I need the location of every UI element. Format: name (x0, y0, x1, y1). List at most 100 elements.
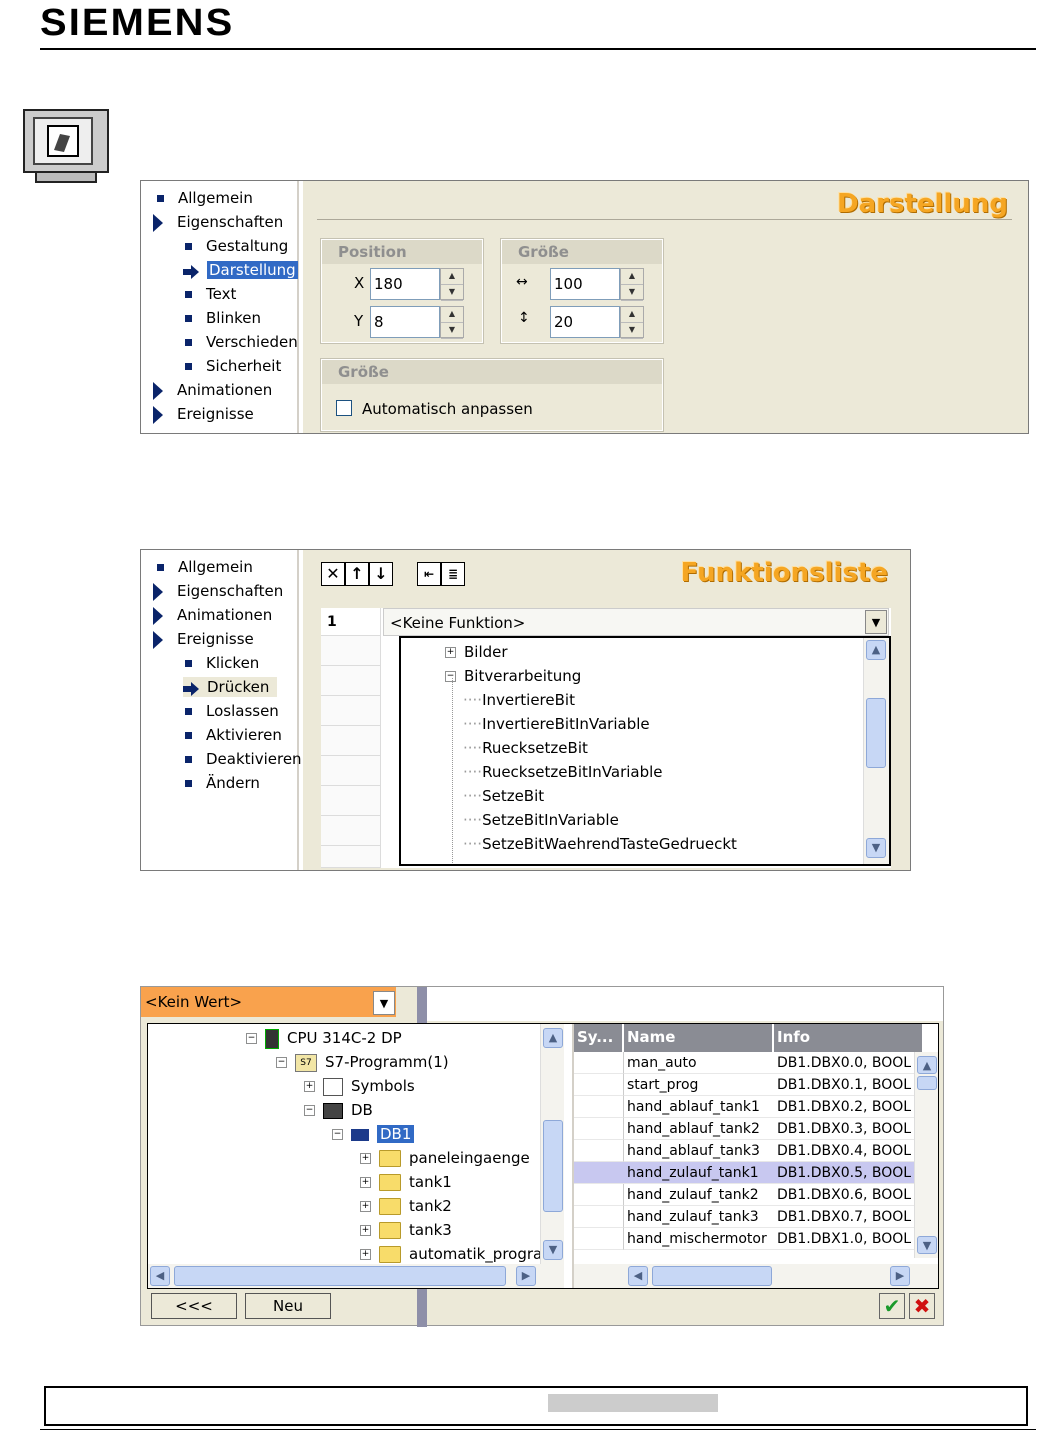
column-header-symbol[interactable]: Sy... (574, 1024, 624, 1052)
back-button[interactable]: <<< (151, 1293, 237, 1319)
tree-item-sicherheit[interactable]: Sicherheit (185, 356, 281, 376)
tree-item-db[interactable]: − DB (304, 1100, 373, 1120)
delete-icon[interactable]: ✕ (321, 562, 345, 586)
scroll-right-icon[interactable]: ▶ (890, 1266, 910, 1286)
tree-item-deaktivieren[interactable]: Deaktivieren (185, 749, 302, 769)
scroll-up-icon[interactable]: ▲ (866, 640, 886, 660)
table-horizontal-scrollbar[interactable]: ◀ ▶ (574, 1264, 938, 1288)
height-spinner[interactable]: ▲ ▼ (620, 306, 644, 339)
indent-icon[interactable]: ⇤ (417, 562, 441, 586)
table-cell[interactable]: DB1.DBX0.1, BOOL (774, 1074, 914, 1096)
tree-item-druecken[interactable]: Drücken (183, 677, 278, 697)
table-cell[interactable]: man_auto (624, 1052, 774, 1074)
tree-item-animationen[interactable]: Animationen (153, 605, 272, 625)
table-cell[interactable]: DB1.DBX0.7, BOOL (774, 1206, 914, 1228)
scroll-thumb[interactable] (652, 1266, 772, 1286)
table-cell[interactable]: start_prog (624, 1074, 774, 1096)
scroll-down-icon[interactable]: ▼ (543, 1240, 563, 1260)
tree-horizontal-scrollbar[interactable]: ◀ ▶ (148, 1264, 564, 1288)
tree-item-folder[interactable]: + tank1 (360, 1172, 452, 1192)
scroll-left-icon[interactable]: ◀ (628, 1266, 648, 1286)
table-vertical-scrollbar[interactable]: ▲ ▼ (914, 1052, 938, 1258)
scroll-thumb[interactable] (174, 1266, 506, 1286)
tree-item-symbols[interactable]: + Symbols (304, 1076, 415, 1096)
tree-item-ereignisse[interactable]: Ereignisse (153, 629, 254, 649)
tree-item-verschieden[interactable]: Verschieden (185, 332, 298, 352)
tree-item-aendern[interactable]: Ändern (185, 773, 260, 793)
tree-item-animationen[interactable]: Animationen (153, 380, 272, 400)
tree-item-folder[interactable]: + automatik_progra (360, 1244, 542, 1264)
table-cell[interactable]: hand_ablauf_tank1 (624, 1096, 774, 1118)
table-cell[interactable]: hand_ablauf_tank2 (624, 1118, 774, 1140)
tree-item-eigenschaften[interactable]: Eigenschaften (153, 581, 283, 601)
vertical-scrollbar[interactable]: ▲ ▼ (863, 638, 889, 864)
list-item[interactable]: ····InvertiereBit (463, 690, 575, 710)
scroll-thumb[interactable] (866, 698, 886, 768)
tree-item-eigenschaften[interactable]: Eigenschaften (153, 212, 283, 232)
table-cell[interactable]: DB1.DBX0.2, BOOL (774, 1096, 914, 1118)
scroll-up-icon[interactable]: ▲ (917, 1056, 937, 1074)
table-cell[interactable]: DB1.DBX0.6, BOOL (774, 1184, 914, 1206)
checkmark-icon[interactable]: ✔ (879, 1293, 905, 1319)
new-button[interactable]: Neu (245, 1293, 331, 1319)
tree-item-loslassen[interactable]: Loslassen (185, 701, 279, 721)
tree-item-blinken[interactable]: Blinken (185, 308, 261, 328)
tree-item-cpu[interactable]: − CPU 314C-2 DP (246, 1028, 402, 1049)
tree-item-folder[interactable]: + tank3 (360, 1220, 452, 1240)
width-spinner[interactable]: ▲ ▼ (620, 268, 644, 301)
x-icon[interactable]: ✖ (909, 1293, 935, 1319)
table-cell-selected[interactable]: hand_zulauf_tank1 (624, 1162, 774, 1184)
value-combo[interactable]: <Kein Wert> (141, 987, 396, 1017)
table-cell[interactable]: hand_mischermotor (624, 1228, 774, 1250)
scroll-down-icon[interactable]: ▼ (866, 838, 886, 858)
move-up-icon[interactable]: ↑ (345, 562, 369, 586)
collapse-icon[interactable]: − (445, 671, 456, 682)
table-cell[interactable]: DB1.DBX0.0, BOOL (774, 1052, 914, 1074)
scroll-thumb[interactable] (543, 1120, 563, 1212)
move-down-icon[interactable]: ↓ (369, 562, 393, 586)
scroll-thumb[interactable] (917, 1076, 937, 1090)
scroll-left-icon[interactable]: ◀ (150, 1266, 170, 1286)
scroll-up-icon[interactable]: ▲ (543, 1028, 563, 1048)
tree-item-aktivieren[interactable]: Aktivieren (185, 725, 282, 745)
y-field[interactable]: 8 (370, 306, 440, 338)
tree-item-allgemein[interactable]: Allgemein (157, 188, 253, 208)
scroll-right-icon[interactable]: ▶ (516, 1266, 536, 1286)
table-cell[interactable]: hand_zulauf_tank3 (624, 1206, 774, 1228)
list-item[interactable]: ····SetzeBit (463, 786, 544, 806)
table-cell[interactable]: DB1.DBX0.3, BOOL (774, 1118, 914, 1140)
list-item[interactable]: ····SetzeBitWaehrendTasteGedrueckt (463, 834, 737, 854)
y-spinner[interactable]: ▲ ▼ (440, 306, 464, 339)
table-cell[interactable]: hand_ablauf_tank3 (624, 1140, 774, 1162)
list-item[interactable]: ····SetzeBitInVariable (463, 810, 619, 830)
column-header-info[interactable]: Info (774, 1024, 924, 1052)
scroll-down-icon[interactable]: ▼ (917, 1236, 937, 1254)
autosize-checkbox[interactable] (336, 400, 352, 416)
tree-item-folder[interactable]: + paneleingaenge (360, 1148, 530, 1168)
column-header-name[interactable]: Name (624, 1024, 774, 1052)
x-spinner[interactable]: ▲ ▼ (440, 268, 464, 301)
tree-item-s7-program[interactable]: − S7 S7-Programm(1) (276, 1052, 449, 1072)
function-combo[interactable]: <Keine Funktion> (383, 608, 889, 636)
list-icon[interactable]: ≣ (441, 562, 465, 586)
x-field[interactable]: 180 (370, 268, 440, 300)
tree-item-text[interactable]: Text (185, 284, 236, 304)
tree-item-ereignisse[interactable]: Ereignisse (153, 404, 254, 424)
list-item-bitverarbeitung[interactable]: − Bitverarbeitung (445, 666, 581, 686)
list-item[interactable]: ····InvertiereBitInVariable (463, 714, 650, 734)
expand-icon[interactable]: + (445, 647, 456, 658)
tree-item-klicken[interactable]: Klicken (185, 653, 259, 673)
tree-vertical-scrollbar[interactable]: ▲ ▼ (540, 1024, 564, 1264)
table-cell[interactable]: DB1.DBX0.4, BOOL (774, 1140, 914, 1162)
height-field[interactable]: 20 (550, 306, 620, 338)
table-cell[interactable]: DB1.DBX1.0, BOOL (774, 1228, 914, 1250)
list-item[interactable]: ····RuecksetzeBitInVariable (463, 762, 663, 782)
tree-item-db1[interactable]: − DB1 (332, 1124, 415, 1144)
dropdown-arrow-icon[interactable]: ▼ (373, 991, 395, 1015)
width-field[interactable]: 100 (550, 268, 620, 300)
table-cell-selected[interactable]: DB1.DBX0.5, BOOL (774, 1162, 914, 1184)
dropdown-arrow-icon[interactable]: ▼ (865, 610, 887, 634)
tree-item-folder[interactable]: + tank2 (360, 1196, 452, 1216)
list-item-bilder[interactable]: + Bilder (445, 642, 508, 662)
tree-item-darstellung[interactable]: Darstellung (183, 260, 298, 280)
